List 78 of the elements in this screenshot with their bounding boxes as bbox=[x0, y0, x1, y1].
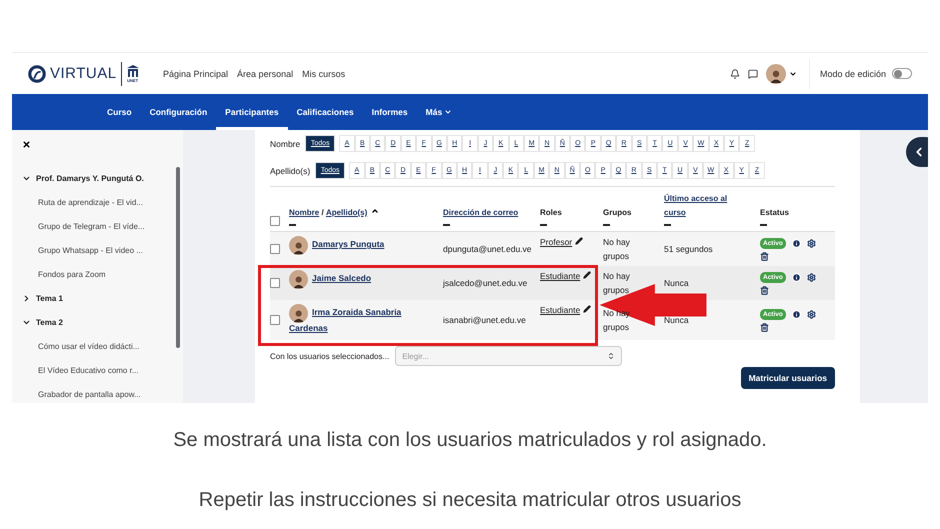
sidebar-item[interactable]: Ruta de aprendizaje - El vid... bbox=[22, 190, 183, 214]
trash-icon[interactable] bbox=[760, 286, 769, 294]
info-icon[interactable] bbox=[792, 238, 801, 248]
column-sort-link[interactable]: Último acceso al curso bbox=[664, 192, 746, 220]
course-tab[interactable]: Más bbox=[416, 94, 462, 130]
role-link[interactable]: Estudiante bbox=[540, 305, 580, 315]
email-text: isanabri@unet.edu.ve bbox=[443, 314, 527, 327]
row-checkbox[interactable] bbox=[270, 315, 280, 325]
groups-text: No hay grupos bbox=[603, 236, 631, 263]
column-header: Estatus bbox=[760, 208, 789, 217]
nav-link[interactable]: Página Principal bbox=[163, 68, 228, 78]
caret-icon[interactable] bbox=[788, 70, 797, 78]
avatar bbox=[289, 270, 308, 289]
notification-bell-icon[interactable] bbox=[730, 68, 740, 78]
avatar bbox=[289, 236, 308, 255]
course-tab[interactable]: Curso bbox=[98, 94, 141, 130]
settings-icon[interactable] bbox=[806, 238, 816, 248]
avatar bbox=[289, 304, 308, 323]
pencil-icon[interactable] bbox=[582, 305, 591, 313]
groups-text: No hay grupos bbox=[603, 270, 631, 297]
nav-link[interactable]: Mis cursos bbox=[302, 68, 346, 78]
settings-icon[interactable] bbox=[806, 272, 816, 282]
row-checkbox[interactable] bbox=[270, 278, 280, 288]
sidebar-item[interactable]: Grupo de Telegram - El víde... bbox=[22, 214, 183, 238]
close-icon[interactable] bbox=[22, 140, 31, 149]
separator-text: / bbox=[320, 208, 325, 217]
trash-icon[interactable] bbox=[760, 252, 769, 260]
sidebar-section[interactable]: Tema 1 bbox=[22, 286, 183, 310]
pencil-icon[interactable] bbox=[574, 237, 582, 245]
trash-icon[interactable] bbox=[760, 322, 769, 332]
info-icon[interactable] bbox=[792, 310, 801, 318]
sidebar-item[interactable]: Cómo usar el vídeo didácti... bbox=[22, 334, 183, 358]
column-header: Roles bbox=[540, 208, 562, 217]
sidebar-item[interactable]: El Vídeo Educativo como r... bbox=[22, 358, 183, 382]
column-sort-link[interactable]: Dirección de correo bbox=[443, 206, 518, 220]
course-tab[interactable]: Configuración bbox=[140, 94, 216, 130]
user-name-link[interactable]: Jaime Salcedo bbox=[289, 270, 437, 286]
role-link[interactable]: Profesor bbox=[540, 237, 572, 247]
nav-link[interactable]: Área personal bbox=[237, 68, 294, 78]
last-access-text: 51 segundos bbox=[664, 243, 714, 256]
message-icon[interactable] bbox=[748, 68, 758, 78]
building-icon bbox=[126, 64, 140, 78]
chevron-right-icon bbox=[22, 294, 31, 302]
edit-mode-label: Modo de edición bbox=[808, 58, 886, 88]
user-name-link[interactable]: Damarys Punguta bbox=[289, 236, 437, 252]
edit-mode-toggle[interactable] bbox=[892, 68, 912, 79]
last-access-text: Nunca bbox=[664, 314, 690, 327]
sidebar-item[interactable]: Fondos para Zoom bbox=[22, 262, 183, 286]
email-text: dpunguta@unet.edu.ve bbox=[443, 243, 533, 256]
user-name-link[interactable]: Irma Zoraida Sanabria Cardenas bbox=[289, 304, 437, 336]
row-checkbox[interactable] bbox=[270, 244, 280, 254]
scrollbar[interactable] bbox=[176, 167, 180, 348]
course-tab[interactable]: Informes bbox=[362, 94, 417, 130]
column-header: Grupos bbox=[603, 208, 632, 217]
caption-text: Se mostrará una lista con los usuarios matriculados y rol asignado. bbox=[173, 429, 767, 452]
select-arrows-icon bbox=[607, 352, 616, 360]
settings-icon[interactable] bbox=[806, 310, 816, 318]
info-icon[interactable] bbox=[792, 272, 801, 282]
email-text: jsalcedo@unet.edu.ve bbox=[443, 277, 528, 290]
sidebar-item[interactable]: Grabador de pantalla apow... bbox=[22, 382, 183, 403]
role-link[interactable]: Estudiante bbox=[540, 271, 580, 281]
user-avatar[interactable] bbox=[766, 64, 786, 84]
logo-text: VIRTUAL bbox=[50, 65, 117, 82]
caption-text: Repetir las instrucciones si necesita matricular otros usuarios bbox=[198, 489, 742, 512]
sidebar-item[interactable]: Grupo Whatsapp - El video ... bbox=[22, 238, 183, 262]
filter-label: Apellido(s) bbox=[270, 166, 310, 176]
filter-label: Nombre bbox=[270, 138, 300, 148]
column-sort-link[interactable]: Apellido(s) bbox=[326, 206, 368, 220]
column-sort-link[interactable]: Nombre bbox=[289, 206, 320, 220]
select-all-checkbox[interactable] bbox=[270, 216, 280, 226]
enrol-users-button[interactable]: Matricular usuarios bbox=[740, 367, 835, 389]
sidebar-section[interactable]: Prof. Damarys Y. Pungutá O. bbox=[22, 166, 183, 190]
bulk-action-label: Con los usuarios seleccionados... bbox=[270, 352, 390, 360]
logo-icon bbox=[28, 64, 46, 82]
course-tab[interactable]: Calificaciones bbox=[288, 94, 363, 130]
last-access-text: Nunca bbox=[664, 277, 690, 290]
pencil-icon[interactable] bbox=[582, 271, 591, 279]
sidebar-section[interactable]: Tema 2 bbox=[22, 310, 183, 334]
